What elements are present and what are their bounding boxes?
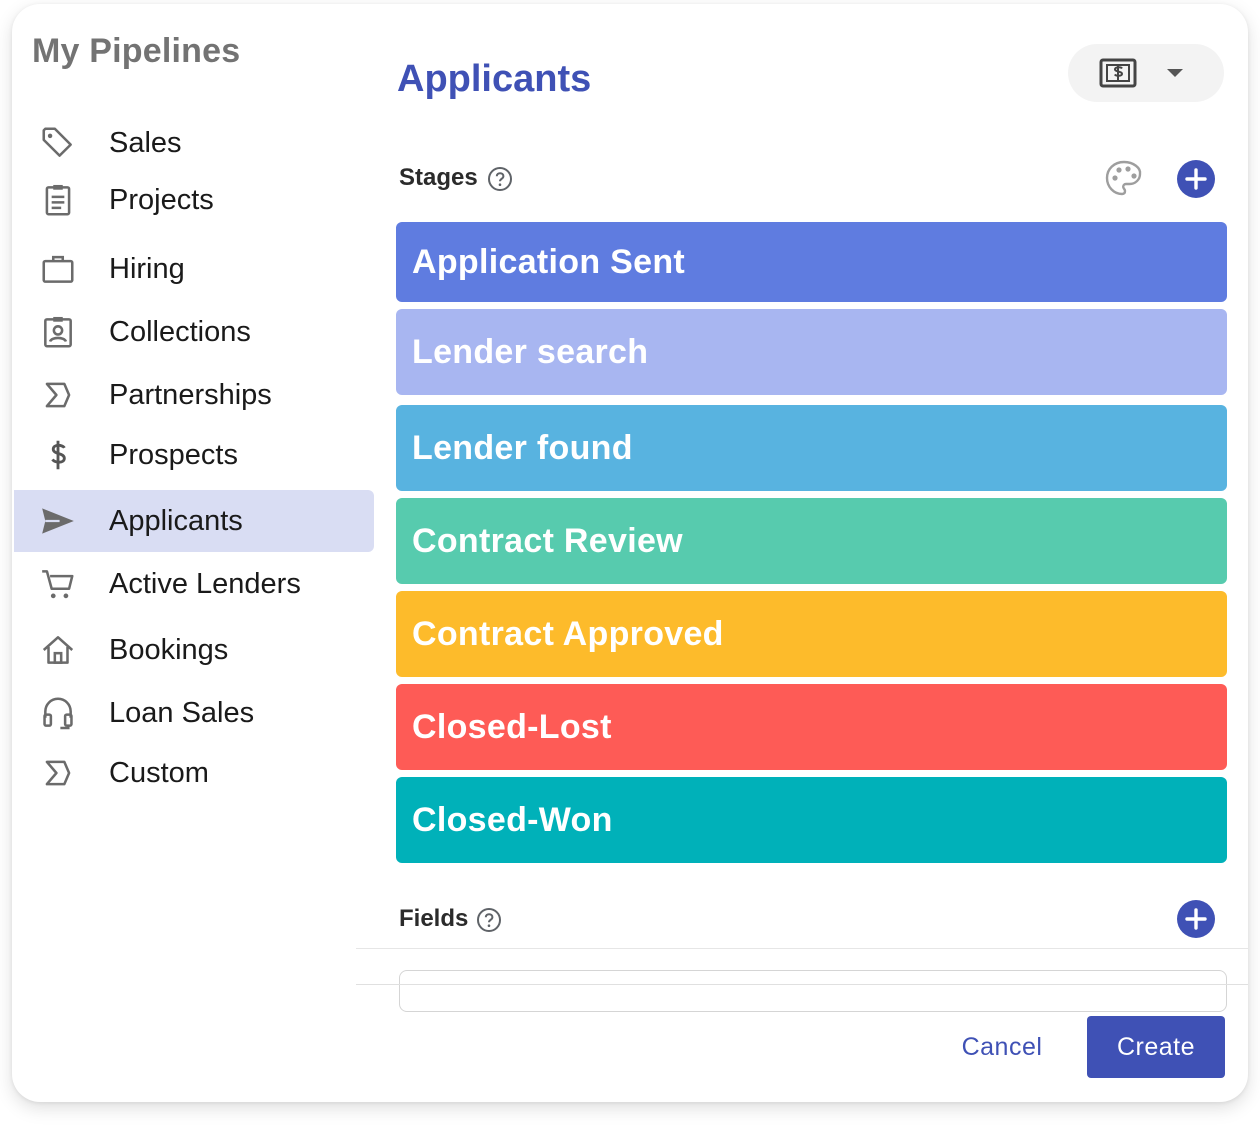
create-button[interactable]: Create — [1087, 1016, 1225, 1078]
sidebar-item-active-lenders[interactable]: Active Lenders — [14, 553, 374, 615]
sidebar-item-label: Partnerships — [109, 378, 272, 411]
stage-label: Lender search — [412, 332, 649, 371]
dollar-icon — [38, 435, 78, 475]
field-row[interactable] — [399, 970, 1227, 1012]
stage-bar[interactable]: Closed-Lost — [396, 684, 1227, 770]
home-icon — [38, 630, 78, 670]
stage-label: Closed-Won — [412, 800, 613, 839]
help-icon[interactable] — [476, 907, 502, 933]
clipboard-icon — [38, 180, 78, 220]
fields-label: Fields — [399, 905, 469, 932]
stage-bar[interactable]: Application Sent — [396, 222, 1227, 302]
tag-icon — [38, 123, 78, 163]
stages-label: Stages — [399, 164, 478, 191]
sidebar-item-prospects[interactable]: Prospects — [14, 424, 374, 486]
sidebar-item-sales[interactable]: Sales — [14, 112, 374, 174]
page-title: Applicants — [397, 58, 592, 100]
cancel-button[interactable]: Cancel — [942, 1016, 1062, 1078]
sidebar-item-hiring[interactable]: Hiring — [14, 238, 374, 300]
stage-label: Contract Review — [412, 521, 683, 560]
sidebar-item-label: Active Lenders — [109, 567, 301, 600]
sidebar-title: My Pipelines — [32, 32, 241, 70]
sidebar-item-label: Applicants — [109, 504, 243, 537]
help-icon[interactable] — [487, 166, 513, 192]
sidebar: My Pipelines Sales Projects Hiring Colle… — [12, 4, 374, 1102]
add-stage-button[interactable] — [1177, 160, 1215, 198]
divider — [356, 948, 1248, 949]
send-icon — [38, 501, 78, 541]
sidebar-item-label: Projects — [109, 183, 214, 216]
sidebar-item-label: Bookings — [109, 633, 229, 666]
money-icon — [1099, 58, 1137, 88]
sigma-icon — [38, 753, 78, 793]
currency-dropdown[interactable] — [1068, 44, 1224, 102]
sidebar-item-label: Collections — [109, 315, 251, 348]
cart-icon — [38, 564, 78, 604]
stage-label: Application Sent — [412, 242, 686, 281]
stage-bar[interactable]: Closed-Won — [396, 777, 1227, 863]
stage-bar[interactable]: Contract Approved — [396, 591, 1227, 677]
footer-divider — [356, 984, 1248, 985]
sidebar-item-label: Prospects — [109, 438, 238, 471]
sidebar-item-partnerships[interactable]: Partnerships — [14, 364, 374, 426]
sidebar-item-loan-sales[interactable]: Loan Sales — [14, 682, 374, 744]
sidebar-item-collections[interactable]: Collections — [14, 301, 374, 363]
add-field-button[interactable] — [1177, 900, 1215, 938]
plus-icon — [1185, 908, 1207, 930]
sidebar-item-bookings[interactable]: Bookings — [14, 619, 374, 681]
stage-label: Lender found — [412, 428, 633, 467]
headset-icon — [38, 693, 78, 733]
sidebar-item-label: Custom — [109, 756, 209, 789]
sidebar-item-projects[interactable]: Projects — [14, 169, 374, 231]
stage-bar[interactable]: Lender search — [396, 309, 1227, 395]
sigma-icon — [38, 375, 78, 415]
pipeline-dialog: My Pipelines Sales Projects Hiring Colle… — [12, 4, 1248, 1102]
sidebar-item-applicants[interactable]: Applicants — [14, 490, 374, 552]
palette-icon[interactable] — [1104, 159, 1144, 199]
badge-icon — [38, 312, 78, 352]
sidebar-item-label: Loan Sales — [109, 696, 255, 729]
plus-icon — [1185, 168, 1207, 190]
stage-label: Closed-Lost — [412, 707, 612, 746]
sidebar-item-label: Sales — [109, 126, 182, 159]
stage-bar[interactable]: Contract Review — [396, 498, 1227, 584]
chevron-down-icon — [1167, 69, 1183, 77]
stage-bar[interactable]: Lender found — [396, 405, 1227, 491]
stage-label: Contract Approved — [412, 614, 724, 653]
sidebar-item-label: Hiring — [109, 252, 185, 285]
briefcase-icon — [38, 249, 78, 289]
sidebar-item-custom[interactable]: Custom — [14, 742, 374, 804]
